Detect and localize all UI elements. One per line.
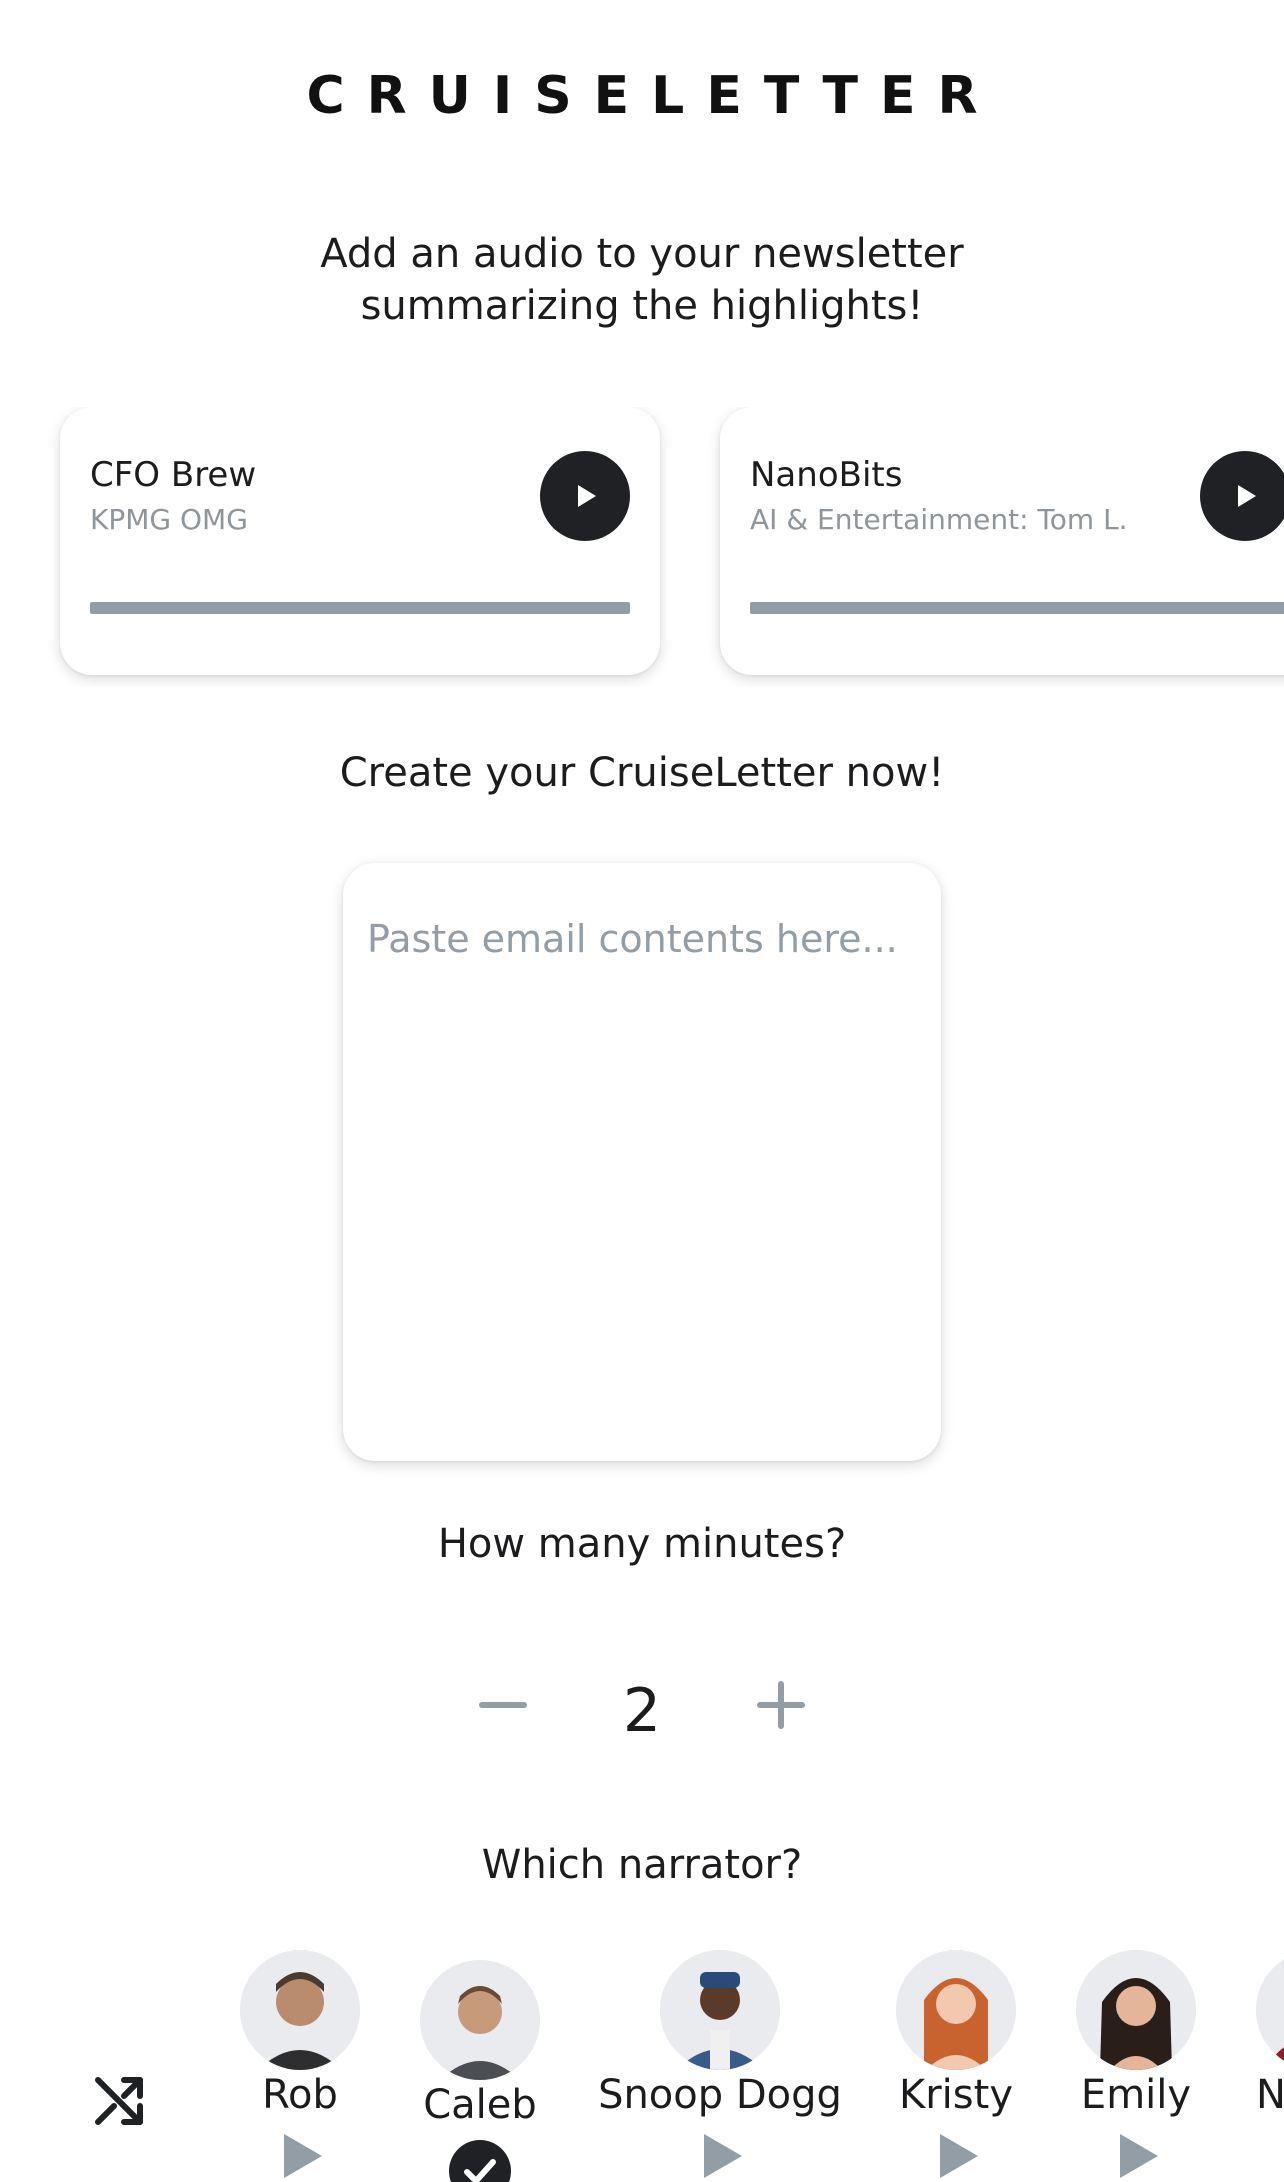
email-contents-input[interactable]: [343, 863, 941, 1461]
preview-play-button[interactable]: [274, 2130, 326, 2182]
avatar: [1256, 1950, 1284, 2070]
preview-play-button[interactable]: [694, 2130, 746, 2182]
intro-subtitle: Add an audio to your newsletter summariz…: [242, 228, 1042, 332]
play-icon: [1238, 485, 1256, 507]
play-icon: [940, 2134, 978, 2178]
sample-carousel[interactable]: CFO Brew KPMG OMG NanoBits AI & Entertai…: [0, 407, 1284, 687]
narrator-snoop-dogg[interactable]: Snoop Dogg: [590, 1950, 850, 2182]
minutes-value: 2: [622, 1676, 662, 1746]
narrator-rob[interactable]: Rob: [210, 1950, 390, 2182]
avatar: [420, 1960, 540, 2080]
narrator-kristy[interactable]: Kristy: [866, 1950, 1046, 2182]
play-button[interactable]: [540, 451, 630, 541]
sample-card-title: CFO Brew: [90, 455, 257, 495]
narrator-emily[interactable]: Emily: [1046, 1950, 1226, 2182]
sample-card-title: NanoBits: [750, 455, 903, 495]
narrator-name: Kristy: [899, 2072, 1013, 2118]
avatar: [240, 1950, 360, 2070]
narrator-name: Caleb: [423, 2082, 537, 2128]
avatar: [660, 1950, 780, 2070]
decrement-button[interactable]: [458, 1660, 548, 1750]
plus-icon: [757, 1681, 805, 1729]
preview-play-button[interactable]: [930, 2130, 982, 2182]
preview-play-button[interactable]: [1110, 2130, 1162, 2182]
shuffle-icon: [95, 2077, 143, 2125]
minus-icon: [479, 1702, 527, 1708]
narrator-name: Snoop Dogg: [598, 2072, 842, 2118]
avatar: [896, 1950, 1016, 2070]
play-button[interactable]: [1200, 451, 1284, 541]
narrator-question: Which narrator?: [481, 1842, 803, 1888]
play-icon: [1120, 2134, 1158, 2178]
narrator-list[interactable]: Rob Caleb Snoop Dogg Kristy Emily N: [0, 1950, 1284, 2182]
narrator-caleb[interactable]: Caleb: [390, 1960, 570, 2182]
narrator-name: Rob: [262, 2072, 338, 2118]
narrator-name: Emily: [1080, 2072, 1192, 2118]
person-icon: [420, 1960, 540, 2080]
play-icon: [578, 485, 596, 507]
person-icon: [1256, 1950, 1284, 2070]
person-icon: [240, 1950, 360, 2070]
intro-subtitle-line1: Add an audio to your newsletter: [320, 231, 964, 277]
audio-progress-bar[interactable]: [750, 602, 1284, 614]
increment-button[interactable]: [736, 1660, 826, 1750]
sample-card[interactable]: NanoBits AI & Entertainment: Tom L...: [720, 407, 1284, 675]
narrator-partial[interactable]: N: [1256, 1950, 1284, 2118]
intro-subtitle-line2: summarizing the highlights!: [360, 283, 924, 329]
checkmark-icon: [464, 2159, 496, 2182]
audio-progress-bar[interactable]: [90, 602, 630, 614]
create-heading: Create your CruiseLetter now!: [339, 750, 945, 796]
play-icon: [284, 2134, 322, 2178]
avatar: [1076, 1950, 1196, 2070]
person-icon: [660, 1950, 780, 2070]
sample-card-subtitle: KPMG OMG: [90, 503, 248, 536]
duration-question: How many minutes?: [437, 1521, 847, 1567]
person-icon: [1076, 1950, 1196, 2070]
person-icon: [896, 1950, 1016, 2070]
sample-card[interactable]: CFO Brew KPMG OMG: [60, 407, 660, 675]
email-paste-box: [343, 863, 941, 1461]
selected-indicator: [449, 2140, 511, 2182]
shuffle-button[interactable]: [90, 2070, 150, 2130]
play-icon: [704, 2134, 742, 2178]
sample-card-subtitle: AI & Entertainment: Tom L...: [750, 503, 1130, 536]
narrator-name: N: [1256, 2072, 1284, 2118]
app-logo: CRUISELETTER: [306, 66, 1000, 126]
